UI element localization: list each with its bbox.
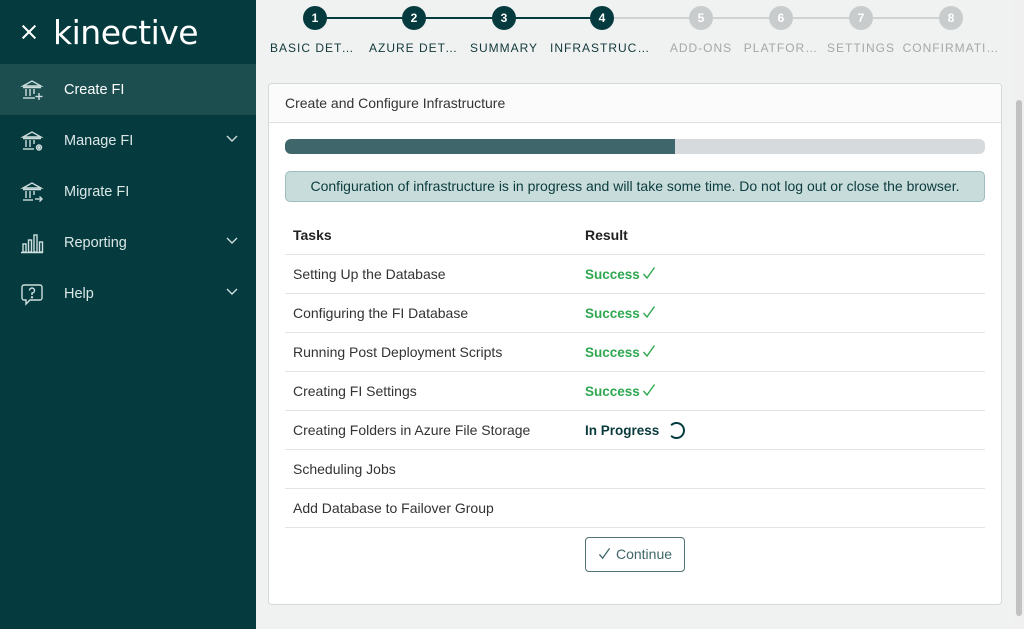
sidebar-item-create-fi[interactable]: Create FI — [0, 64, 256, 115]
table-header-row: Tasks Result — [285, 216, 985, 255]
result-success: Success — [585, 267, 656, 282]
sidebar-item-label: Reporting — [64, 234, 127, 251]
step-number: 5 — [689, 6, 713, 30]
bank-gear-icon — [20, 130, 44, 151]
table-row: Creating FI Settings Success — [285, 372, 985, 411]
sidebar-item-label: Create FI — [64, 81, 125, 98]
continue-label: Continue — [615, 546, 673, 562]
bank-plus-icon — [20, 79, 44, 100]
task-name: Creating Folders in Azure File Storage — [293, 422, 531, 438]
infrastructure-card: Create and Configure Infrastructure Conf… — [268, 83, 1002, 605]
chevron-down-icon[interactable] — [226, 237, 238, 245]
task-name: Running Post Deployment Scripts — [293, 344, 503, 360]
result-text: Success — [585, 306, 640, 321]
step-label: INFRASTRUCT… — [550, 41, 654, 55]
sidebar-item-label: Help — [64, 285, 94, 302]
result-text: Success — [585, 267, 640, 282]
step-label: AZURE DETA… — [369, 41, 459, 55]
step-number: 7 — [849, 6, 873, 30]
step-number: 4 — [590, 6, 614, 30]
spinner-icon — [668, 421, 686, 439]
sidebar-item-label: Migrate FI — [64, 183, 130, 200]
sidebar-item-reporting[interactable]: Reporting — [0, 217, 256, 268]
column-header-tasks: Tasks — [293, 227, 332, 243]
step-label: SUMMARY — [469, 41, 539, 55]
result-in-progress: In Progress — [585, 421, 686, 439]
step-basic-details[interactable]: 1 BASIC DETA… — [270, 6, 360, 55]
check-icon — [642, 267, 655, 280]
step-label: CONFIRMATI… — [902, 41, 1000, 55]
result-success: Success — [585, 384, 656, 399]
tasks-table: Tasks Result Setting Up the Database Suc… — [285, 216, 985, 528]
result-text: Success — [585, 345, 640, 360]
sidebar-item-label: Manage FI — [64, 132, 134, 149]
table-row: Creating Folders in Azure File Storage I… — [285, 411, 985, 450]
progress-bar-fill — [285, 139, 675, 154]
result-success: Success — [585, 306, 656, 321]
brand-bar: kinective — [0, 0, 256, 64]
task-name: Creating FI Settings — [293, 383, 417, 399]
table-row: Configuring the FI Database Success — [285, 294, 985, 333]
task-name: Scheduling Jobs — [293, 461, 396, 477]
chevron-down-icon[interactable] — [226, 288, 238, 296]
check-icon — [598, 548, 611, 560]
card-title: Create and Configure Infrastructure — [269, 84, 1001, 123]
table-row: Running Post Deployment Scripts Success — [285, 333, 985, 372]
check-icon — [642, 384, 655, 397]
step-label: ADD-ONS — [669, 41, 733, 55]
step-label: SETTINGS — [826, 41, 895, 55]
task-name: Add Database to Failover Group — [293, 500, 494, 516]
table-row: Setting Up the Database Success — [285, 255, 985, 294]
step-infrastructure[interactable]: 4 INFRASTRUCT… — [550, 6, 654, 55]
table-row: Scheduling Jobs — [285, 450, 985, 489]
step-azure-details[interactable]: 2 AZURE DETA… — [369, 6, 459, 55]
result-text: In Progress — [585, 422, 660, 438]
bank-arrow-icon — [20, 181, 44, 202]
sidebar-item-help[interactable]: Help — [0, 268, 256, 319]
step-label: PLATFOR… — [743, 41, 819, 55]
stepper: 1 BASIC DETA… 2 AZURE DETA… 3 SUMMARY 4 … — [256, 0, 1014, 70]
sidebar: kinective Create FI Manage FI Migrate FI — [0, 0, 256, 629]
step-confirmation[interactable]: 8 CONFIRMATI… — [901, 6, 1001, 55]
close-icon[interactable] — [20, 23, 38, 41]
task-name: Setting Up the Database — [293, 266, 446, 282]
chevron-down-icon[interactable] — [226, 135, 238, 143]
result-success: Success — [585, 345, 656, 360]
sidebar-item-migrate-fi[interactable]: Migrate FI — [0, 166, 256, 217]
step-number: 8 — [939, 6, 963, 30]
logo: kinective — [53, 12, 199, 52]
step-number: 1 — [303, 6, 327, 30]
check-icon — [642, 306, 655, 319]
scrollbar[interactable] — [1014, 0, 1024, 629]
step-settings[interactable]: 7 SETTINGS — [816, 6, 906, 55]
step-number: 2 — [402, 6, 426, 30]
step-label: BASIC DETA… — [270, 41, 360, 55]
step-summary[interactable]: 3 SUMMARY — [459, 6, 549, 55]
info-alert: Configuration of infrastructure is in pr… — [285, 171, 985, 202]
continue-button[interactable]: Continue — [585, 537, 685, 572]
step-add-ons[interactable]: 5 ADD-ONS — [656, 6, 746, 55]
step-number: 3 — [492, 6, 516, 30]
column-header-result: Result — [585, 227, 628, 243]
check-icon — [642, 345, 655, 358]
bar-chart-icon — [21, 233, 44, 253]
task-name: Configuring the FI Database — [293, 305, 469, 321]
step-platform[interactable]: 6 PLATFOR… — [736, 6, 826, 55]
progress-bar — [285, 139, 985, 154]
sidebar-item-manage-fi[interactable]: Manage FI — [0, 115, 256, 166]
scrollbar-thumb[interactable] — [1016, 100, 1022, 616]
help-bubble-icon — [21, 283, 43, 306]
step-number: 6 — [769, 6, 793, 30]
main-content: 1 BASIC DETA… 2 AZURE DETA… 3 SUMMARY 4 … — [256, 0, 1014, 629]
table-row: Add Database to Failover Group — [285, 489, 985, 528]
result-text: Success — [585, 384, 640, 399]
